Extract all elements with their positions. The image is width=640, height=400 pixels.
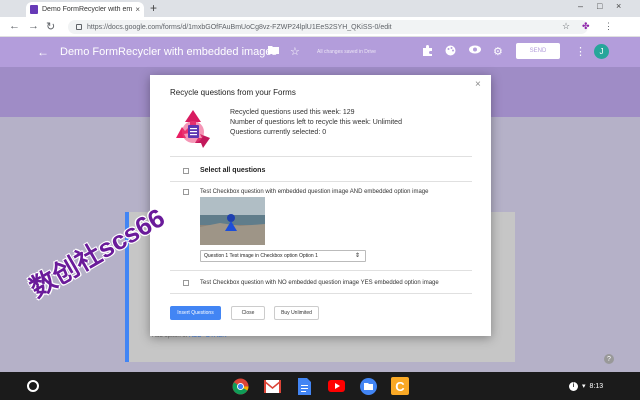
questions-left-text: Number of questions left to recycle this… [230, 119, 402, 126]
star-outline-icon[interactable]: ☆ [290, 45, 300, 58]
close-window-icon[interactable]: × [616, 1, 621, 11]
browser-tab[interactable]: Demo FormRecycler with embe × [26, 2, 144, 17]
save-status: All changes saved in Drive [317, 49, 376, 55]
preview-eye-icon[interactable] [469, 45, 481, 57]
question-1-image [200, 197, 265, 245]
formrecycler-logo-icon [176, 110, 210, 148]
extension-icon[interactable]: ✤ [582, 21, 590, 32]
forward-icon[interactable]: → [28, 20, 39, 32]
minimize-icon[interactable]: – [578, 1, 583, 11]
avatar[interactable]: J [594, 44, 609, 59]
reload-icon[interactable]: ↻ [46, 20, 55, 33]
launcher-icon[interactable] [27, 380, 39, 392]
back-arrow-icon[interactable]: ← [37, 45, 49, 59]
question-1-text: Test Checkbox question with embedded que… [200, 189, 429, 195]
divider [170, 156, 472, 157]
close-button[interactable]: Close [231, 306, 265, 320]
forms-header: ← Demo FormRecycler with embedded images… [0, 37, 640, 67]
question-1-option-select[interactable]: Question 1 Test image in Checkbox option… [200, 250, 366, 262]
c-app-icon[interactable]: C [391, 377, 409, 395]
document-title[interactable]: Demo FormRecycler with embedded images [60, 46, 277, 58]
youtube-icon[interactable] [327, 377, 345, 395]
select-all-checkbox[interactable] [183, 168, 189, 174]
palette-icon[interactable] [445, 45, 456, 59]
info-icon: i [569, 381, 578, 391]
divider [170, 181, 472, 182]
wifi-icon: ▾ [582, 383, 586, 390]
back-icon[interactable]: ← [9, 20, 20, 32]
folder-icon[interactable] [268, 45, 279, 57]
url-text: https://docs.google.com/forms/d/1mxbGOfF… [87, 23, 392, 31]
question-1-checkbox[interactable] [183, 189, 189, 195]
browser-tabstrip: Demo FormRecycler with embe × + – □ × [0, 0, 640, 17]
files-icon[interactable] [359, 377, 377, 395]
question-2-checkbox[interactable] [183, 280, 189, 286]
insert-questions-button[interactable]: Insert Questions [170, 306, 221, 320]
addon-puzzle-icon[interactable] [422, 45, 433, 59]
new-tab-button[interactable]: + [150, 1, 157, 15]
address-bar[interactable]: https://docs.google.com/forms/d/1mxbGOfF… [68, 20, 588, 34]
recycle-dialog: Recycle questions from your Forms × Recy… [150, 75, 491, 336]
select-arrow-icon: ⇕ [354, 253, 360, 259]
maximize-icon[interactable]: □ [597, 1, 602, 11]
dialog-close-icon[interactable]: × [475, 79, 481, 90]
docs-icon[interactable] [295, 377, 313, 395]
tab-title: Demo FormRecycler with embe [42, 6, 133, 13]
os-shelf: C i ▾ 8:13 [0, 372, 640, 400]
gmail-icon[interactable] [263, 377, 281, 395]
kebab-menu-icon[interactable]: ⋮ [604, 21, 613, 32]
tab-close-icon[interactable]: × [135, 5, 140, 14]
send-button[interactable]: SEND [516, 43, 560, 59]
system-tray[interactable]: i ▾ 8:13 [569, 379, 603, 393]
clock-time: 8:13 [589, 382, 604, 390]
select-all-label: Select all questions [200, 167, 266, 174]
lock-icon [76, 24, 82, 30]
forms-favicon-icon [30, 5, 38, 14]
selected-count-text: Questions currently selected: 0 [230, 129, 327, 136]
star-icon[interactable]: ☆ [562, 21, 570, 32]
browser-toolbar: ← → ↻ https://docs.google.com/forms/d/1m… [0, 17, 640, 37]
dialog-title: Recycle questions from your Forms [170, 88, 296, 97]
recycled-used-text: Recycled questions used this week: 129 [230, 109, 355, 116]
help-icon[interactable]: ? [604, 354, 614, 364]
chrome-icon[interactable] [231, 377, 249, 395]
settings-gear-icon[interactable]: ⚙ [493, 45, 503, 58]
usage-stats: Recycled questions used this week: 129 N… [230, 108, 402, 138]
buy-unlimited-button[interactable]: Buy Unlimited [274, 306, 319, 320]
selected-option-text: Question 1 Test image in Checkbox option… [204, 253, 318, 259]
divider [170, 293, 472, 294]
divider [170, 270, 472, 271]
question-2-text: Test Checkbox question with NO embedded … [200, 280, 439, 286]
more-menu-icon[interactable]: ⋮ [575, 45, 586, 58]
